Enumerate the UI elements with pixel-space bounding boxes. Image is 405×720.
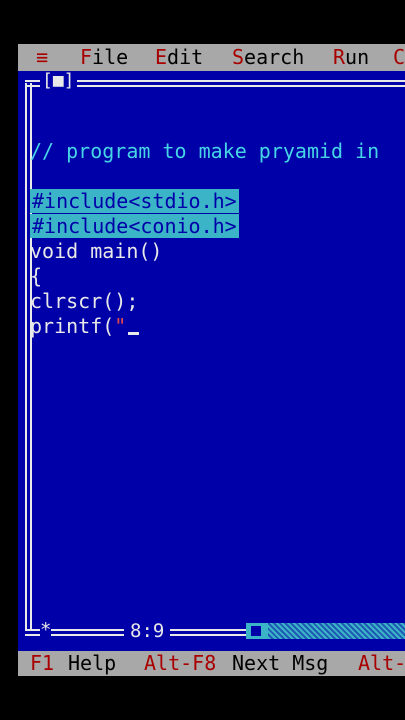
code-line-printf: printf(" (30, 314, 379, 339)
code-area[interactable]: // program to make pryamid in #include<s… (30, 139, 379, 339)
system-menu-icon[interactable]: ≡ (36, 44, 48, 71)
next-msg-label[interactable]: Next Msg (232, 651, 328, 676)
menu-file[interactable]: File (80, 44, 128, 71)
window-top-border (25, 80, 405, 87)
selected-text: #include<stdio.h> (30, 189, 239, 213)
f1-help-label[interactable]: Help (68, 651, 116, 676)
alt-key-partial[interactable]: Alt- (358, 651, 405, 676)
f1-key[interactable]: F1 (30, 651, 54, 676)
menu-search[interactable]: Search (232, 44, 304, 71)
code-line-include-conio: #include<conio.h> (30, 214, 379, 239)
horizontal-scrollbar[interactable] (246, 623, 405, 639)
open-quote: " (114, 314, 127, 338)
code-line-main: void main() (30, 239, 163, 263)
menu-bar: ≡ File Edit Search Run C (18, 44, 405, 71)
close-box-label: [■] (42, 70, 75, 91)
menu-run[interactable]: Run (333, 44, 369, 71)
menu-edit[interactable]: Edit (155, 44, 203, 71)
modified-marker: * (40, 619, 52, 641)
cursor-position: 8:9 (124, 621, 171, 641)
close-box-button[interactable]: [■] (40, 71, 77, 91)
code-line-brace: { (30, 264, 43, 288)
printf-text: printf( (30, 314, 115, 338)
text-cursor (128, 332, 140, 335)
scrollbar-thumb[interactable] (246, 623, 268, 639)
turbo-c-screen: ≡ File Edit Search Run C [■] // program … (0, 44, 405, 676)
status-bar: F1 Help Alt-F8 Next Msg Alt- (18, 651, 405, 676)
selected-text: #include<conio.h> (30, 214, 239, 238)
alt-f8-key[interactable]: Alt-F8 (144, 651, 216, 676)
menu-compile-partial[interactable]: C (393, 44, 405, 71)
code-line-comment: // program to make pryamid in (30, 139, 380, 163)
code-line-include-stdio: #include<stdio.h> (30, 189, 379, 214)
code-line-clrscr: clrscr(); (30, 289, 139, 313)
editor-window[interactable]: [■] // program to make pryamid in #inclu… (18, 71, 405, 651)
